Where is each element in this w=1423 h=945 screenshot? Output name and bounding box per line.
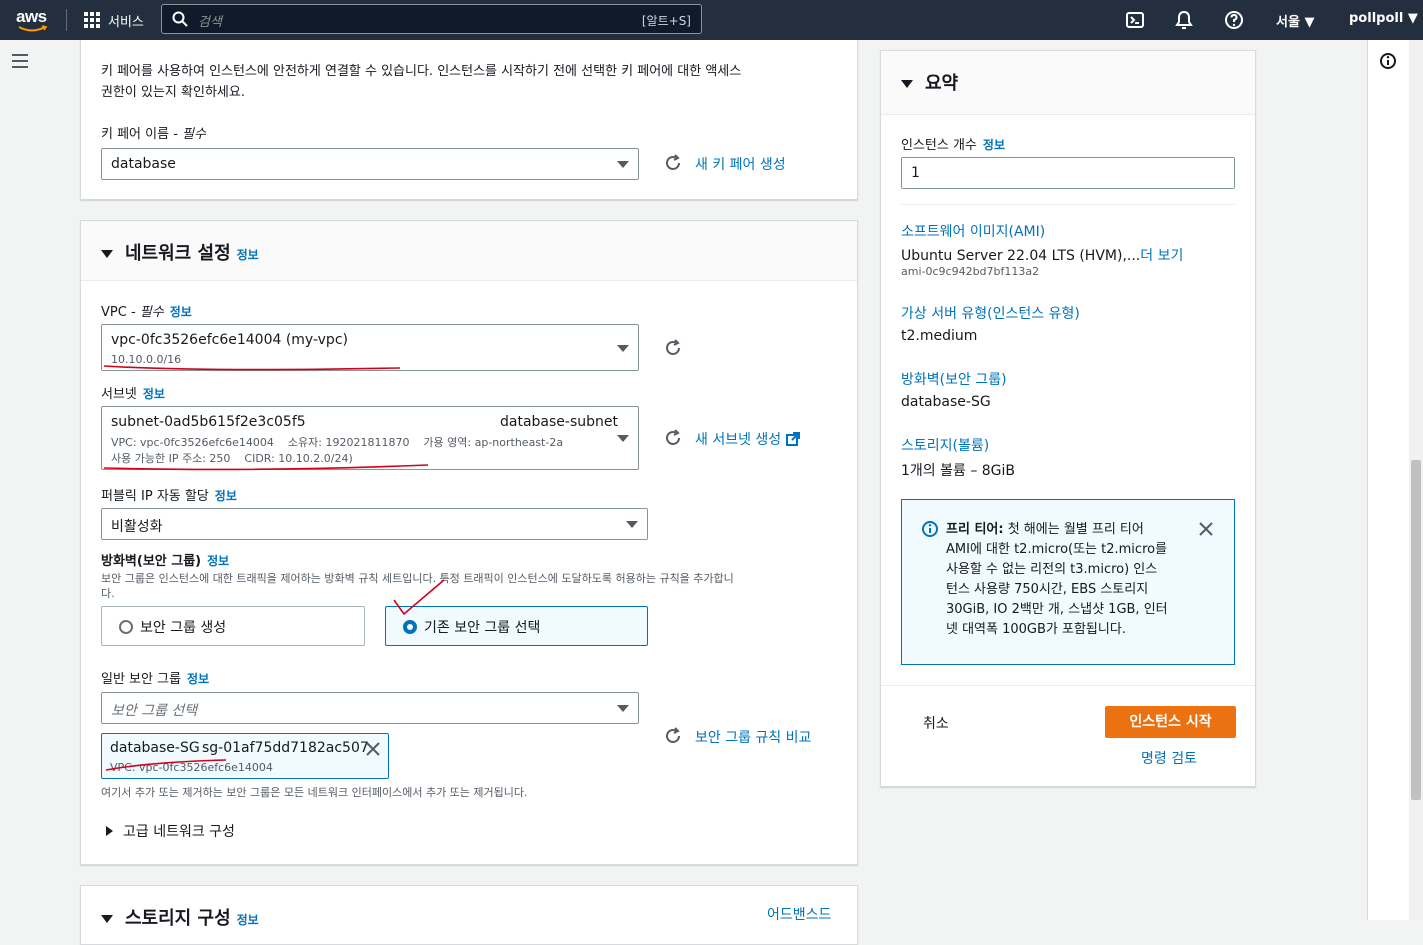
storage-panel: 스토리지 구성 정보 어드밴스드	[80, 885, 858, 945]
ami-more-link[interactable]: 더 보기	[1140, 248, 1183, 264]
instance-count-input[interactable]: 1	[901, 157, 1235, 189]
cancel-button[interactable]: 취소	[923, 713, 949, 733]
divider	[881, 685, 1255, 686]
instance-count-text: 인스턴스 개수	[901, 138, 977, 153]
storage-advanced-link[interactable]: 어드밴스드	[767, 904, 831, 924]
launch-instance-button[interactable]: 인스턴스 시작	[1105, 706, 1236, 738]
summary-title-text: 요약	[925, 73, 959, 94]
free-tier-alert: 프리 티어: 첫 해에는 월별 프리 티어 AMI에 대한 t2.micro(또…	[901, 499, 1235, 665]
free-tier-line: 넷 대역폭 100GB가 포함됩니다.	[946, 622, 1126, 637]
caret-down-icon	[101, 915, 113, 923]
info-link[interactable]: 정보	[237, 913, 259, 927]
info-link[interactable]: 정보	[983, 138, 1005, 152]
ami-value-line: Ubuntu Server 22.04 LTS (HVM),...더 보기	[901, 245, 1183, 265]
firewall-link[interactable]: 방화벽(보안 그룹)	[901, 369, 1007, 389]
free-tier-line: 30GiB, IO 2백만 개, 스냅샷 1GB, 인터	[946, 602, 1168, 617]
annotation-checkmark	[393, 579, 445, 616]
scrollbar-thumb[interactable]	[1411, 460, 1421, 800]
divider	[901, 204, 1235, 205]
free-tier-text: 프리 티어: 첫 해에는 월별 프리 티어 AMI에 대한 t2.micro(또…	[946, 520, 1186, 640]
caret-down-icon	[901, 80, 913, 88]
free-tier-line: 사용할 수 없는 리전의 t3.micro) 인스	[946, 562, 1158, 577]
ami-id: ami-0c9c942bd7bf113a2	[901, 265, 1040, 278]
storage-link[interactable]: 스토리지(볼륨)	[901, 435, 989, 455]
summary-panel: 요약 인스턴스 개수 정보 1 소프트웨어 이미지(AMI) Ubuntu Ser…	[880, 50, 1256, 787]
annotation-underline	[103, 365, 401, 371]
free-tier-bold: 프리 티어:	[946, 522, 1004, 537]
review-commands-link[interactable]: 명령 검토	[1141, 748, 1197, 768]
instance-type-link[interactable]: 가상 서버 유형(인스턴스 유형)	[901, 303, 1080, 323]
info-circle-icon[interactable]	[1379, 52, 1397, 70]
storage-value: 1개의 볼륨 – 8GiB	[901, 463, 1016, 479]
annotation-underline	[103, 464, 429, 471]
info-circle-icon	[922, 521, 938, 537]
free-tier-line: 첫 해에는 월별 프리 티어	[1003, 522, 1144, 537]
summary-title[interactable]: 요약	[901, 69, 958, 95]
scrollbar[interactable]	[1409, 40, 1423, 920]
free-tier-line: 턴스 사용량 750시간, EBS 스토리지	[946, 582, 1149, 597]
ami-value: Ubuntu Server 22.04 LTS (HVM),...	[901, 248, 1141, 264]
storage-title[interactable]: 스토리지 구성 정보	[101, 904, 259, 930]
instance-type-value: t2.medium	[901, 328, 978, 344]
free-tier-line: AMI에 대한 t2.micro(또는 t2.micro를	[946, 542, 1168, 557]
firewall-value: database-SG	[901, 394, 991, 410]
annotation-underline	[105, 759, 227, 771]
instance-count-label: 인스턴스 개수 정보	[901, 134, 1005, 153]
storage-title-text: 스토리지 구성	[125, 908, 231, 929]
instance-count-value: 1	[911, 165, 920, 181]
ami-link[interactable]: 소프트웨어 이미지(AMI)	[901, 221, 1045, 241]
close-icon[interactable]	[1199, 522, 1213, 536]
